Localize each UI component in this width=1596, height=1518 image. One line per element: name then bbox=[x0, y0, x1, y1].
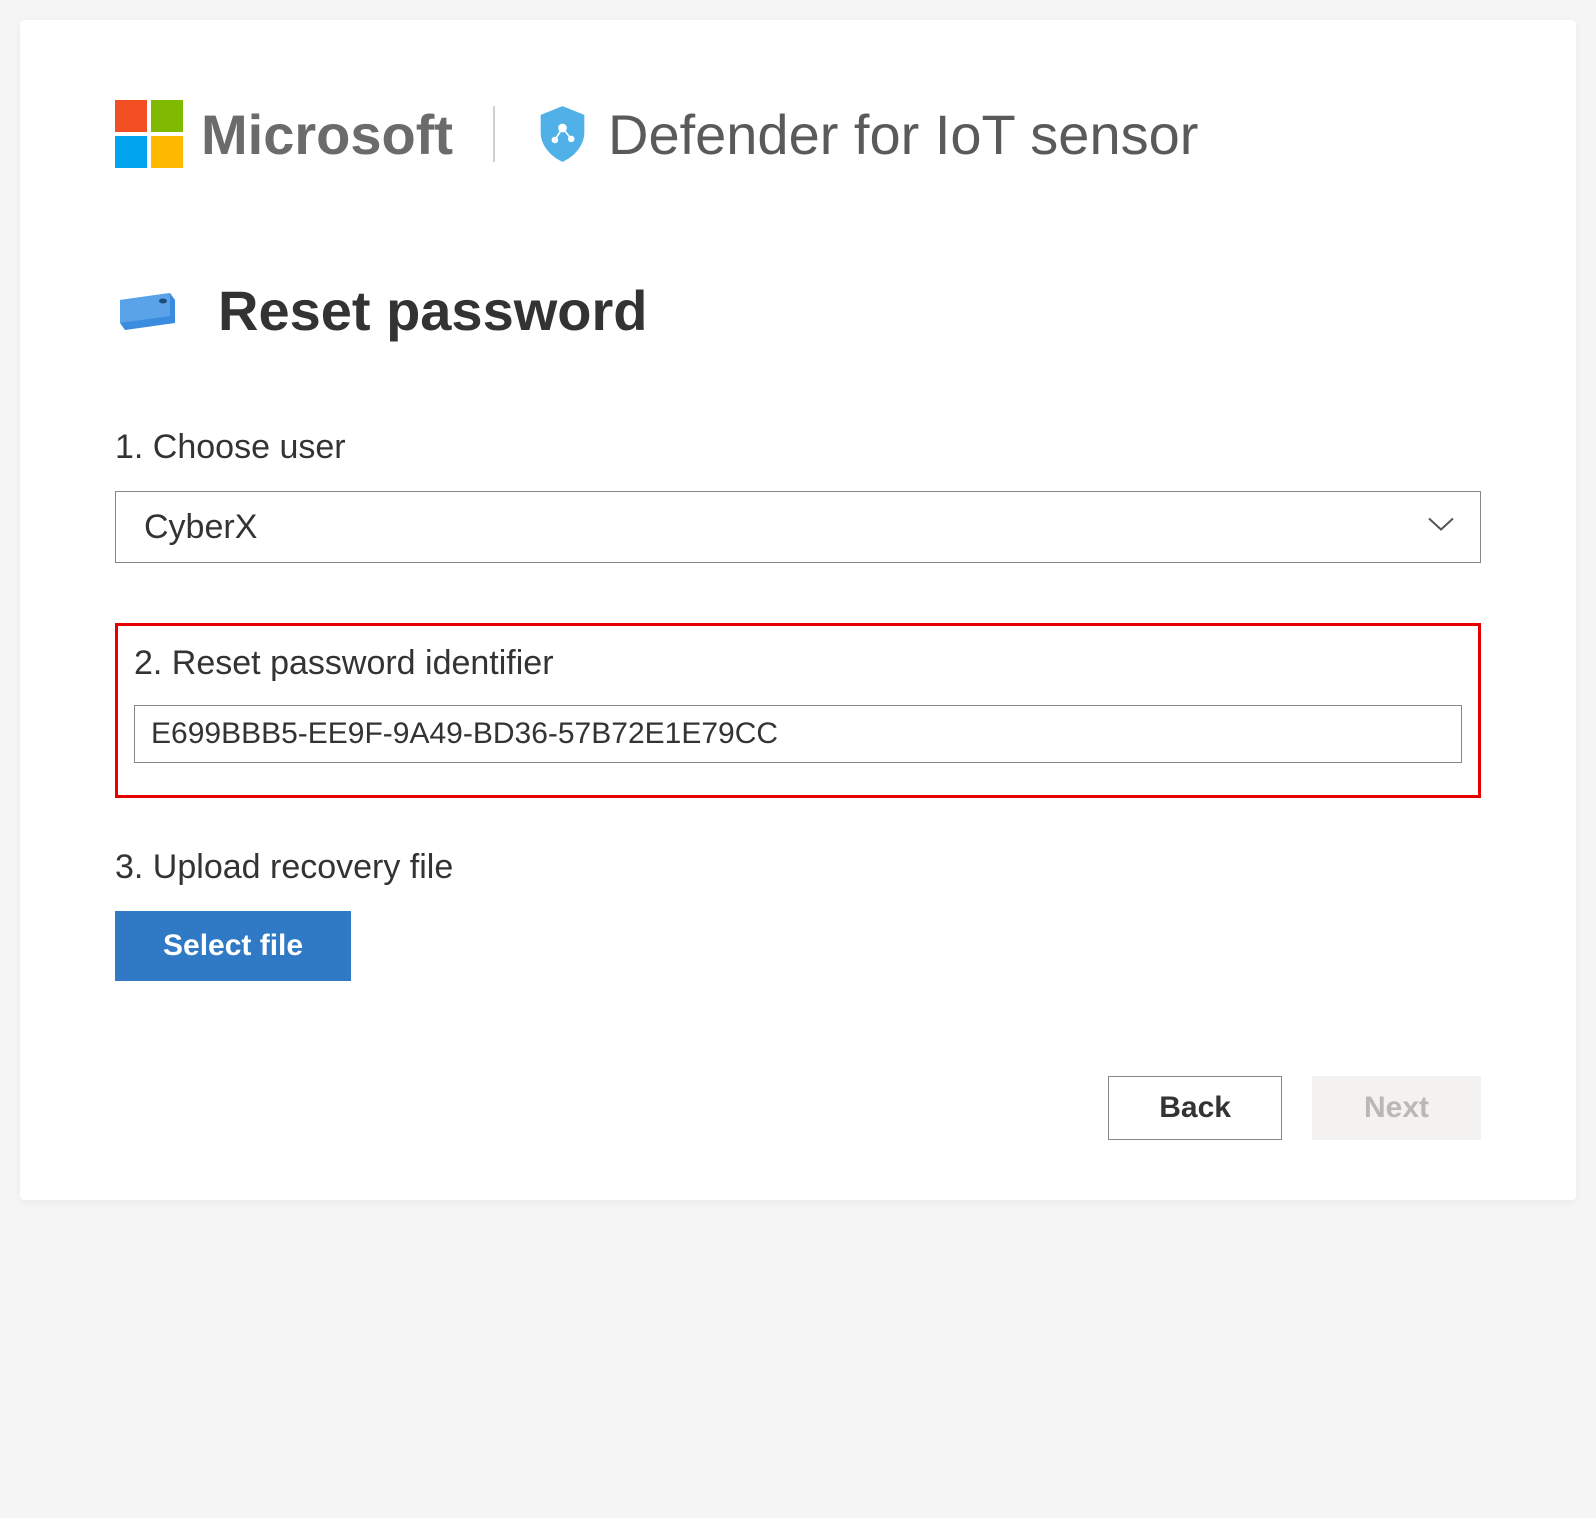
title-row: Reset password bbox=[115, 278, 1481, 343]
select-file-button[interactable]: Select file bbox=[115, 911, 351, 981]
step-3-section: 3. Upload recovery file Select file bbox=[115, 848, 1481, 981]
divider bbox=[493, 106, 495, 162]
step-1-section: 1. Choose user CyberX bbox=[115, 428, 1481, 563]
microsoft-logo-icon bbox=[115, 100, 183, 168]
header: Microsoft Defender for IoT sensor bbox=[115, 100, 1481, 168]
product-name: Defender for IoT sensor bbox=[608, 102, 1198, 167]
user-select[interactable]: CyberX bbox=[115, 491, 1481, 563]
step-2-highlight: 2. Reset password identifier bbox=[115, 623, 1481, 798]
back-button[interactable]: Back bbox=[1108, 1076, 1282, 1140]
step-2-label: 2. Reset password identifier bbox=[134, 644, 1462, 683]
next-button: Next bbox=[1312, 1076, 1481, 1140]
company-name: Microsoft bbox=[201, 102, 453, 167]
user-select-wrap: CyberX bbox=[115, 491, 1481, 563]
step-1-label: 1. Choose user bbox=[115, 428, 1481, 467]
shield-icon bbox=[535, 104, 590, 164]
sensor-icon bbox=[115, 288, 180, 333]
page-title: Reset password bbox=[218, 278, 648, 343]
footer: Back Next bbox=[115, 1076, 1481, 1140]
reset-identifier-input[interactable] bbox=[134, 705, 1462, 763]
step-3-label: 3. Upload recovery file bbox=[115, 848, 1481, 887]
user-select-value: CyberX bbox=[144, 508, 257, 547]
reset-password-card: Microsoft Defender for IoT sensor Reset … bbox=[20, 20, 1576, 1200]
